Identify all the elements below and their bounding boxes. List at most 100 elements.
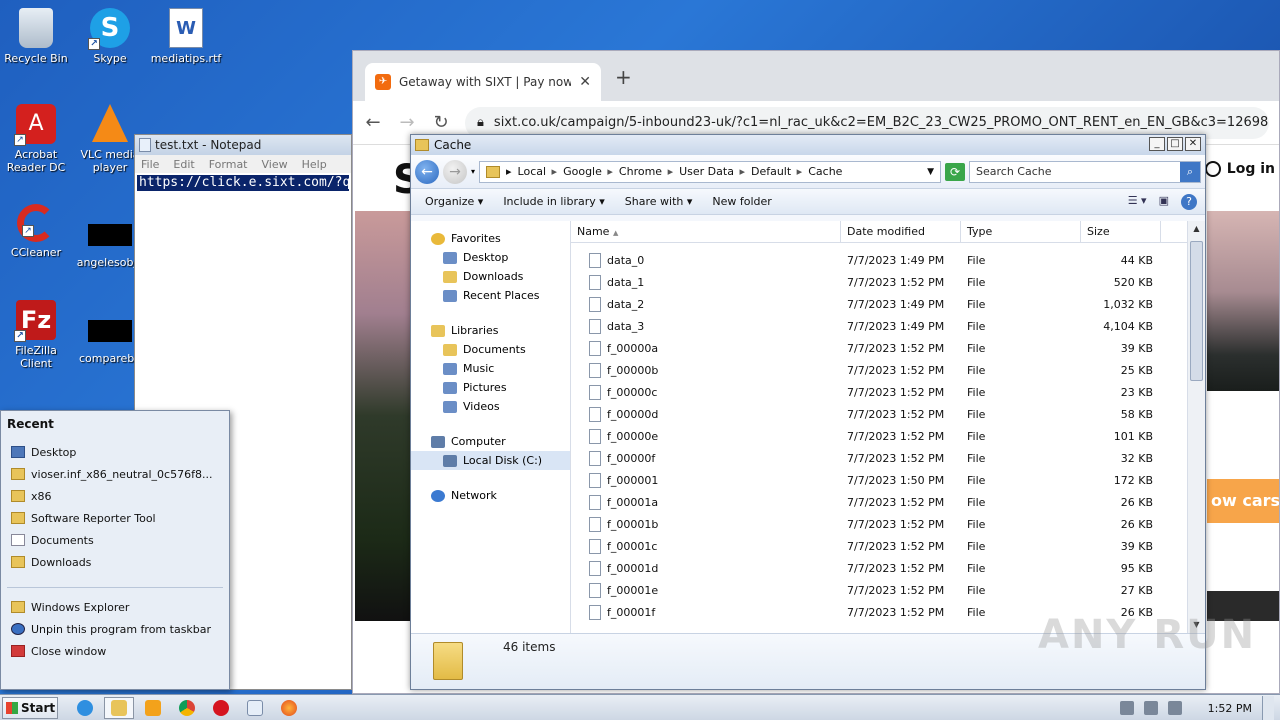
promo-banner[interactable]: ow cars [1207, 479, 1279, 523]
breadcrumb-user-data[interactable]: User Data [679, 165, 745, 178]
file-row[interactable]: f_00001d 7/7/2023 1:52 PM File 95 KB [571, 557, 1205, 579]
back-icon[interactable]: ← [363, 112, 383, 133]
menu-format[interactable]: Format [209, 158, 248, 171]
breadcrumb-chrome[interactable]: Chrome [619, 165, 673, 178]
column-size[interactable]: Size [1081, 221, 1161, 242]
taskbar-firefox[interactable] [274, 697, 304, 719]
file-row[interactable]: f_00000b 7/7/2023 1:52 PM File 25 KB [571, 359, 1205, 381]
breadcrumb-cache[interactable]: Cache [808, 165, 842, 178]
show-desktop-button[interactable] [1262, 696, 1274, 720]
taskbar-media[interactable] [138, 697, 168, 719]
forward-button[interactable]: → [443, 159, 467, 184]
action-center-flag-icon[interactable] [1167, 701, 1182, 715]
column-type[interactable]: Type [961, 221, 1081, 242]
new-folder-button[interactable]: New folder [712, 195, 771, 208]
taskbar-notepad[interactable] [240, 697, 270, 719]
vertical-scrollbar[interactable]: ▲ ▼ [1187, 221, 1205, 633]
nav-pictures[interactable]: Pictures [411, 378, 570, 397]
breadcrumb-chevron-icon[interactable]: ▸ [506, 165, 512, 178]
nav-desktop[interactable]: Desktop [411, 248, 570, 267]
clock[interactable]: 1:52 PM [1208, 702, 1252, 715]
file-row[interactable]: f_000001 7/7/2023 1:50 PM File 172 KB [571, 469, 1205, 491]
nav-libraries[interactable]: Libraries [411, 321, 570, 340]
file-row[interactable]: data_1 7/7/2023 1:52 PM File 520 KB [571, 271, 1205, 293]
scroll-thumb[interactable] [1190, 241, 1203, 381]
jumplist-item[interactable]: Unpin this program from taskbar [1, 618, 229, 640]
desktop-icon-ccleaner[interactable]: ↗ CCleaner [0, 204, 74, 259]
file-row[interactable]: data_2 7/7/2023 1:49 PM File 1,032 KB [571, 293, 1205, 315]
breadcrumb-google[interactable]: Google [563, 165, 613, 178]
file-row[interactable]: data_3 7/7/2023 1:49 PM File 4,104 KB [571, 315, 1205, 337]
taskbar-opera[interactable] [206, 697, 236, 719]
file-row[interactable]: f_00000a 7/7/2023 1:52 PM File 39 KB [571, 337, 1205, 359]
file-row[interactable]: f_00000d 7/7/2023 1:52 PM File 58 KB [571, 403, 1205, 425]
desktop-icon-filezilla[interactable]: Fz ↗ FileZilla Client [0, 300, 74, 370]
jumplist-item[interactable]: Close window [1, 640, 229, 662]
jumplist-item[interactable]: Desktop [1, 441, 229, 463]
address-breadcrumb[interactable]: ▸ Local Google Chrome User Data Default … [479, 160, 941, 183]
file-row[interactable]: data_0 7/7/2023 1:49 PM File 44 KB [571, 249, 1205, 271]
reload-icon[interactable]: ↻ [431, 112, 451, 133]
column-name[interactable]: Name ▲ [571, 221, 841, 242]
forward-icon[interactable]: → [397, 112, 417, 133]
menu-file[interactable]: File [141, 158, 159, 171]
breadcrumb-default[interactable]: Default [751, 165, 802, 178]
desktop-icon-mediatips[interactable]: W mediatips.rtf [148, 8, 224, 65]
search-icon[interactable]: ⌕ [1180, 161, 1200, 182]
tab-close-icon[interactable]: ✕ [579, 74, 591, 90]
nav-favorites[interactable]: Favorites [411, 229, 570, 248]
nav-computer[interactable]: Computer [411, 432, 570, 451]
network-status-icon[interactable] [1143, 701, 1158, 715]
preview-pane-icon[interactable]: ▣ [1159, 194, 1169, 210]
taskbar-explorer[interactable] [104, 696, 134, 719]
notepad-text[interactable]: https://click.e.sixt.com/?qs [137, 175, 349, 191]
nav-downloads[interactable]: Downloads [411, 267, 570, 286]
start-button[interactable]: Start [2, 696, 58, 719]
file-row[interactable]: f_00001a 7/7/2023 1:52 PM File 26 KB [571, 491, 1205, 513]
help-icon[interactable]: ? [1181, 193, 1197, 210]
nav-local-disk[interactable]: Local Disk (C:) [411, 451, 570, 470]
maximize-button[interactable]: □ [1167, 137, 1183, 151]
file-row[interactable]: f_00001e 7/7/2023 1:52 PM File 27 KB [571, 579, 1205, 601]
search-field[interactable]: Search Cache ⌕ [969, 160, 1201, 183]
menu-help[interactable]: Help [302, 158, 327, 171]
jumplist-item[interactable]: Windows Explorer [1, 596, 229, 618]
back-button[interactable]: ← [415, 159, 439, 184]
nav-videos[interactable]: Videos [411, 397, 570, 416]
minimize-button[interactable]: _ [1149, 137, 1165, 151]
desktop-icon-skype[interactable]: S ↗ Skype [72, 8, 148, 65]
menu-edit[interactable]: Edit [173, 158, 194, 171]
close-button[interactable]: ✕ [1185, 137, 1201, 151]
jumplist-item[interactable]: x86 [1, 485, 229, 507]
login-link[interactable]: Log in [1204, 161, 1275, 177]
refresh-button[interactable]: ⟳ [945, 162, 965, 181]
explorer-titlebar[interactable]: Cache _ □ ✕ [411, 135, 1205, 155]
share-with-button[interactable]: Share with ▾ [625, 195, 693, 208]
menu-view[interactable]: View [262, 158, 288, 171]
jumplist-item[interactable]: Downloads [1, 551, 229, 573]
nav-recent-places[interactable]: Recent Places [411, 286, 570, 305]
browser-tab[interactable]: ✈ Getaway with SIXT | Pay now and s ✕ [365, 63, 601, 101]
column-date[interactable]: Date modified [841, 221, 961, 242]
file-row[interactable]: f_00000f 7/7/2023 1:52 PM File 32 KB [571, 447, 1205, 469]
nav-documents[interactable]: Documents [411, 340, 570, 359]
file-row[interactable]: f_00001b 7/7/2023 1:52 PM File 26 KB [571, 513, 1205, 535]
taskbar-ie[interactable] [70, 697, 100, 719]
new-tab-button[interactable]: + [615, 65, 632, 89]
volume-icon[interactable] [1119, 701, 1134, 715]
scroll-up-icon[interactable]: ▲ [1188, 221, 1205, 237]
file-row[interactable]: f_00000c 7/7/2023 1:52 PM File 23 KB [571, 381, 1205, 403]
nav-music[interactable]: Music [411, 359, 570, 378]
recent-pages-icon[interactable]: ▾ [471, 167, 475, 176]
nav-network[interactable]: Network [411, 486, 570, 505]
notepad-titlebar[interactable]: test.txt - Notepad [135, 135, 351, 155]
view-options-icon[interactable]: ☰ ▾ [1128, 194, 1147, 210]
file-row[interactable]: f_00001c 7/7/2023 1:52 PM File 39 KB [571, 535, 1205, 557]
jumplist-item[interactable]: Software Reporter Tool [1, 507, 229, 529]
organize-button[interactable]: Organize ▾ [425, 195, 483, 208]
dropdown-icon[interactable]: ▼ [927, 167, 934, 177]
desktop-icon-recycle-bin[interactable]: Recycle Bin [0, 8, 74, 65]
file-row[interactable]: f_00000e 7/7/2023 1:52 PM File 101 KB [571, 425, 1205, 447]
jumplist-item[interactable]: Documents [1, 529, 229, 551]
breadcrumb-local[interactable]: Local [518, 165, 558, 178]
